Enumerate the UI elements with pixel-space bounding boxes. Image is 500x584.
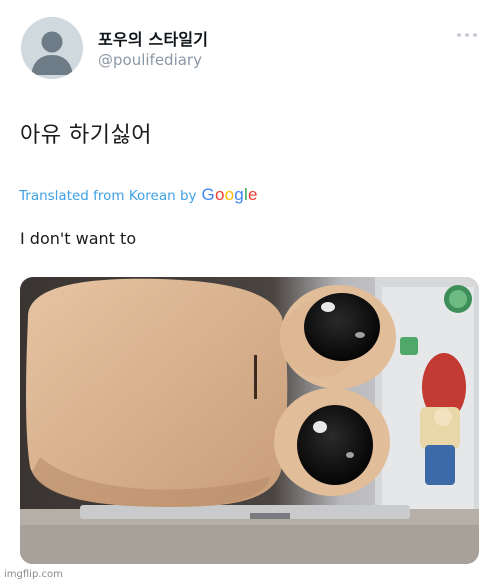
translated-text: I don't want to xyxy=(20,229,137,248)
default-avatar-icon xyxy=(21,17,83,79)
author-display-name[interactable]: 포우의 스타일기 xyxy=(98,26,208,50)
tweet-text: 아유 하기싫어 xyxy=(20,123,152,148)
author-handle[interactable]: @poulifediary xyxy=(98,51,202,69)
imgflip-watermark: imgflip.com xyxy=(4,569,63,580)
avatar[interactable] xyxy=(21,17,83,79)
more-options-icon[interactable] xyxy=(449,20,485,50)
translation-attribution[interactable]: Translated from Korean by Google xyxy=(19,185,258,205)
google-logo: Google xyxy=(201,185,258,204)
translation-prefix: Translated from Korean by xyxy=(19,188,197,204)
tweet-photo[interactable] xyxy=(20,277,479,564)
